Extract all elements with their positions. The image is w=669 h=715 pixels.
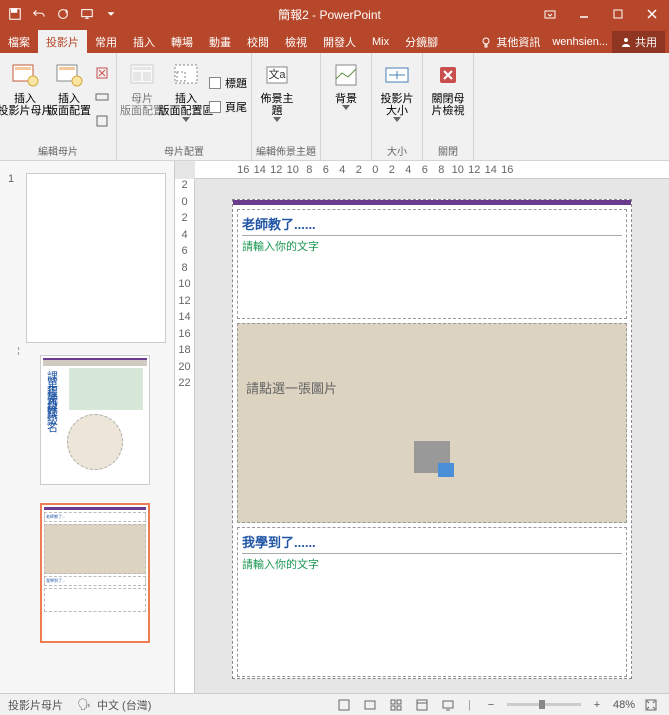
themes-button[interactable]: 文a佈景主題 <box>256 57 298 124</box>
slideshow-button[interactable] <box>438 696 458 714</box>
vertical-ruler[interactable]: 20246810121416182022 <box>175 179 195 693</box>
close-master-view-button[interactable]: 關閉母 片檢視 <box>427 57 469 119</box>
present-button[interactable] <box>76 3 98 25</box>
share-label: 共用 <box>635 34 657 50</box>
undo-button[interactable] <box>28 3 50 25</box>
status-bar: 投影片母片 🗣 中文 (台灣) | − + 48% <box>0 693 669 715</box>
preserve-button[interactable] <box>92 111 112 131</box>
teacher-hint: 請輸入你的文字 <box>242 238 622 254</box>
group-background-label <box>325 142 367 158</box>
delete-button[interactable] <box>92 63 112 83</box>
teacher-section[interactable]: 老師教了...... 請輸入你的文字 <box>237 209 627 319</box>
learned-hint: 請輸入你的文字 <box>242 556 622 572</box>
reading-view-button[interactable] <box>412 696 432 714</box>
sorter-view-button[interactable] <box>386 696 406 714</box>
tab-slide-master[interactable]: 投影片 <box>38 30 87 53</box>
image-placeholder[interactable]: 請點選一張圖片 <box>237 323 627 523</box>
master-thumbnail[interactable] <box>26 173 166 343</box>
group-edit-theme-label: 編輯佈景主題 <box>256 142 316 158</box>
thumbnail-pane[interactable]: 1 課程 單元 年級 學級 班級 姓名 <box>0 161 175 693</box>
image-placeholder-text: 請點選一張圖片 <box>246 378 337 397</box>
group-size-label: 大小 <box>376 142 418 158</box>
slide-size-button[interactable]: 投影片 大小 <box>376 57 418 124</box>
zoom-slider[interactable] <box>507 703 581 706</box>
tab-storyboard[interactable]: 分鏡腳 <box>397 30 446 53</box>
tab-home[interactable]: 常用 <box>87 30 125 53</box>
tab-mix[interactable]: Mix <box>364 30 397 53</box>
group-master-layout-label: 母片配置 <box>121 142 247 158</box>
minimize-button[interactable] <box>567 0 601 28</box>
slide-accent-bar <box>233 200 631 205</box>
tab-file[interactable]: 檔案 <box>0 30 38 53</box>
insert-slide-master-button[interactable]: 插入 投影片母片 <box>4 57 46 119</box>
workspace: 1 課程 單元 年級 學級 班級 姓名 <box>0 161 669 693</box>
tab-developer[interactable]: 開發人 <box>315 30 364 53</box>
background-button[interactable]: 背景 <box>325 57 367 112</box>
footers-checkbox[interactable]: 頁尾 <box>209 97 247 117</box>
maximize-button[interactable] <box>601 0 635 28</box>
lightbulb-icon <box>480 36 492 48</box>
save-button[interactable] <box>4 3 26 25</box>
tab-view[interactable]: 檢視 <box>277 30 315 53</box>
learned-section[interactable]: 我學到了...... 請輸入你的文字 <box>237 527 627 677</box>
tell-me-label[interactable]: 其他資訊 <box>496 34 540 50</box>
group-edit-master-label: 編輯母片 <box>4 142 112 158</box>
share-button[interactable]: 共用 <box>612 31 665 53</box>
tab-insert[interactable]: 插入 <box>125 30 163 53</box>
quick-access-toolbar <box>0 3 126 25</box>
horizontal-ruler[interactable]: 1614121086420246810121416 <box>195 161 669 179</box>
learned-title: 我學到了...... <box>242 532 622 554</box>
ribbon-tabs: 檔案 投影片 常用 插入 轉場 動畫 校閱 檢視 開發人 Mix 分鏡腳 其他資… <box>0 28 669 53</box>
ribbon-options-button[interactable] <box>533 0 567 28</box>
fit-to-window-button[interactable] <box>641 696 661 714</box>
teacher-title: 老師教了...... <box>242 214 622 236</box>
zoom-in-button[interactable]: + <box>587 696 607 714</box>
slide[interactable]: 老師教了...... 請輸入你的文字 請點選一張圖片 我學到了...... 請輸… <box>232 199 632 679</box>
redo-button[interactable] <box>52 3 74 25</box>
insert-layout-button[interactable]: 插入 版面配置 <box>48 57 90 119</box>
master-layout-button: 母片 版面配置 <box>121 57 163 119</box>
normal-view-button[interactable] <box>360 696 380 714</box>
group-close-label: 關閉 <box>427 142 469 158</box>
close-button[interactable] <box>635 0 669 28</box>
insert-placeholder-button[interactable]: 插入 版面配置區 <box>165 57 207 124</box>
person-icon <box>620 36 632 48</box>
rename-button[interactable] <box>92 87 112 107</box>
svg-text:文a: 文a <box>268 67 286 81</box>
picture-icon <box>414 441 450 473</box>
user-name[interactable]: wenhsien... <box>552 36 608 48</box>
status-view-label: 投影片母片 <box>8 697 63 713</box>
qat-customize-button[interactable] <box>100 3 122 25</box>
tab-transitions[interactable]: 轉場 <box>163 30 201 53</box>
master-number: 1 <box>8 173 20 343</box>
tab-animations[interactable]: 動畫 <box>201 30 239 53</box>
editor-pane: 1614121086420246810121416 20246810121416… <box>175 161 669 693</box>
zoom-out-button[interactable]: − <box>481 696 501 714</box>
tab-review[interactable]: 校閱 <box>239 30 277 53</box>
notes-button[interactable] <box>334 696 354 714</box>
zoom-level[interactable]: 48% <box>613 699 635 711</box>
status-language[interactable]: 中文 (台灣) <box>97 697 151 713</box>
ribbon: 插入 投影片母片 插入 版面配置 編輯母片 母片 版面配置 插入 版面配置區 標… <box>0 53 669 161</box>
slide-canvas[interactable]: 老師教了...... 請輸入你的文字 請點選一張圖片 我學到了...... 請輸… <box>195 179 669 693</box>
title-bar: 簡報2 - PowerPoint <box>0 0 669 28</box>
layout-thumbnail-1[interactable]: 課程 單元 年級 學級 班級 姓名 <box>40 355 150 485</box>
window-controls <box>533 0 669 28</box>
title-checkbox[interactable]: 標題 <box>209 73 247 93</box>
layout-thumbnail-2[interactable]: 老師教了... 我學到了... <box>40 503 150 643</box>
window-title: 簡報2 - PowerPoint <box>126 6 533 23</box>
